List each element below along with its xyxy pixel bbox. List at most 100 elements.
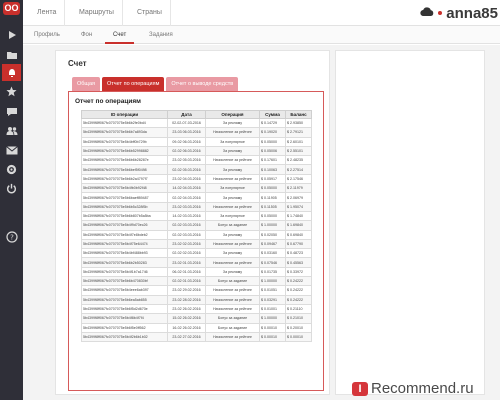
cell-operation: За рекламу: [205, 164, 260, 175]
tab-account[interactable]: Счет: [105, 26, 135, 44]
table-row: 5b4399f8ff067fc0707075e5b6b470830bf 02-02…: [81, 276, 312, 287]
cell-operation: Начисление за рейтинг: [205, 201, 260, 212]
table-row: 5b4399f8ff067fc0707075e5b4f7e8bdeb2 02-02…: [81, 229, 312, 240]
sub-navigation: Профиль Фон Счет Задания: [23, 26, 500, 44]
chat-icon[interactable]: [4, 104, 19, 119]
cell-date: 02-02 06.03.2016: [167, 145, 206, 157]
tab-background[interactable]: Фон: [73, 26, 100, 44]
top-tab-countries[interactable]: Страны: [123, 0, 171, 26]
table-row: 5b4399f8ff067fc0707075e5b6f5d2d670e 23-02…: [81, 303, 312, 315]
cell-id: 5b4399f8ff067fc0707075e5b6b6b28287e: [81, 155, 168, 166]
table-row: 5b4399f8ff067fc0707075e5b4f75e64474 23-02…: [81, 238, 312, 250]
cell-id: 5b4399f8ff067fc0707075e5b6f5d2d670e: [81, 303, 168, 315]
table-row: 5b4399f8ff067fc0707075e5b6f5e0ff562 16-02…: [81, 322, 312, 333]
cell-operation: Начисление за рейтинг: [205, 257, 260, 268]
table-row: 5b4399f8ff067fc0707075e5b6b2fe0bd4 02-02-…: [81, 117, 312, 129]
tab-operations-report[interactable]: Отчет по операциям: [102, 77, 165, 91]
cell-amount: $ 1.00000: [259, 313, 286, 324]
table-row: 5b4399f8ff067fc0707075e5b4bf488bb93 02-02…: [81, 248, 312, 259]
cell-date: 02-02-07-03-2016: [167, 117, 206, 129]
table-row: 5b4399f8ff067fc0707075e5b4f9d70ec26 02-02…: [81, 220, 312, 231]
table-row: 5b4399f8ff067fc0707075e5b6b807b5a5ba 14-0…: [81, 210, 312, 222]
cell-balance: $ 0.21010: [285, 313, 312, 324]
cell-operation: Бонус за задание: [205, 276, 260, 287]
account-tabs: Общая Отчет по операциям Отчет о выводе …: [72, 77, 239, 91]
tab-profile[interactable]: Профиль: [26, 26, 68, 44]
column-header-date[interactable]: Дата: [167, 110, 206, 119]
table-row: 5b4399f8ff067fc0707075e5b4bff0b729b 09-02…: [81, 136, 312, 147]
cell-amount: $ 0.05000: [259, 183, 286, 194]
report-title: Отчет по операциям: [75, 98, 141, 105]
cell-id: 5b4399f8ff067fc0707075e5b6f5e0ff562: [81, 322, 168, 333]
tab-tasks[interactable]: Задания: [141, 26, 181, 44]
cell-balance: $ 0.45563: [285, 257, 312, 268]
cell-balance: $ 2.17546: [285, 173, 312, 185]
cell-balance: $ 2.48235: [285, 155, 312, 166]
cell-operation: Начисление за рейтинг: [205, 294, 260, 305]
folder-icon[interactable]: [4, 47, 19, 62]
cell-date: 23-02 01.03.2016: [167, 257, 206, 268]
cell-balance: $ 1.69840: [285, 220, 312, 231]
cell-balance: $ 0.00010: [285, 331, 312, 343]
cell-balance: $ 0.69840: [285, 229, 312, 240]
table-row: 5b4399f8ff067fc0707075e5b4f1b7a1746 06-02…: [81, 266, 312, 278]
cell-date: 23-02 03.03.2016: [167, 201, 206, 212]
gear-icon[interactable]: [4, 162, 19, 177]
cell-date: 14-02 03.03.2016: [167, 210, 206, 222]
column-header-id[interactable]: ID операции: [81, 110, 168, 119]
cell-id: 5b4399f8ff067fc0707075e5b6ea5ab855: [81, 294, 168, 305]
table-row: 5b4399f8ff067fc0707075e5b4f8b4f7f4 15-02 …: [81, 313, 312, 324]
table-row: 5b4399f8ff067fc0707075e5b4fb0b92f48 14-02…: [81, 183, 312, 194]
cell-date: 23-02 02.03.2016: [167, 238, 206, 250]
cell-date: 23-02 27.02.2016: [167, 331, 206, 343]
column-header-operation[interactable]: Операция: [205, 110, 260, 119]
cell-amount: $ 0.11505: [259, 201, 286, 212]
bell-icon[interactable]: [2, 64, 21, 81]
mail-icon[interactable]: [4, 143, 19, 158]
tab-general[interactable]: Общая: [72, 77, 100, 91]
cell-amount: $ 0.01001: [259, 303, 286, 315]
table-row: 5b4399f8ff067fc0707075e5b4eee6ab397 23-02…: [81, 285, 312, 296]
user-menu[interactable]: anna85: [420, 3, 498, 23]
cell-date: 16-02 26.02.2016: [167, 322, 206, 333]
cell-id: 5b4399f8ff067fc0707075e5b4bf488bb93: [81, 248, 168, 259]
top-navigation: Лента Маршруты Страны anna85: [23, 0, 500, 26]
cell-id: 5b4399f8ff067fc0707075e5b6bef5f0498: [81, 164, 168, 175]
page-title: Счет: [68, 59, 87, 68]
play-icon[interactable]: [4, 27, 19, 42]
column-header-balance[interactable]: Баланс: [285, 110, 312, 119]
cell-operation: За популярное: [205, 136, 260, 147]
cell-id: 5b4399f8ff067fc0707075e5b4f8b4f7f4: [81, 313, 168, 324]
cell-balance: $ 0.33972: [285, 266, 312, 278]
watermark-badge: I: [352, 381, 368, 396]
help-icon[interactable]: ?: [4, 229, 19, 244]
cell-balance: $ 2.11979: [285, 183, 312, 194]
user-name[interactable]: anna85: [446, 5, 498, 22]
star-icon[interactable]: [4, 84, 19, 99]
cell-date: 02-02 05.03.2016: [167, 164, 206, 175]
cell-amount: $ 0.09467: [259, 238, 286, 250]
account-panel: Счет Общая Отчет по операциям Отчет о вы…: [55, 50, 330, 395]
cell-operation: За рекламу: [205, 229, 260, 240]
users-icon[interactable]: [4, 123, 19, 138]
cell-date: 23-02 29.02.2016: [167, 285, 206, 296]
logo[interactable]: OO: [3, 2, 20, 15]
cell-id: 5b4399f8ff067fc0707075e5b4f9d70ec26: [81, 220, 168, 231]
cell-amount: $ 0.07546: [259, 257, 286, 268]
cell-date: 02-02 03.03.2016: [167, 229, 206, 240]
tab-withdrawal-report[interactable]: Отчет о выводе средств: [166, 77, 239, 91]
cell-balance: $ 2.79121: [285, 127, 312, 138]
column-header-amount[interactable]: Сумма: [259, 110, 286, 119]
top-tab-feed[interactable]: Лента: [23, 0, 65, 26]
cell-date: 23-03 06.03.2016: [167, 127, 206, 138]
cell-balance: $ 0.67790: [285, 238, 312, 250]
cell-balance: $ 2.06979: [285, 192, 312, 203]
cell-balance: $ 0.24222: [285, 276, 312, 287]
cell-operation: За рекламу: [205, 192, 260, 203]
top-tab-routes[interactable]: Маршруты: [65, 0, 123, 26]
cell-operation: Начисление за рейтинг: [205, 155, 260, 166]
svg-text:?: ?: [10, 233, 14, 241]
watermark-text: Recommend.ru: [371, 380, 474, 397]
power-icon[interactable]: [4, 181, 19, 196]
cell-operation: Начисление за рейтинг: [205, 127, 260, 138]
